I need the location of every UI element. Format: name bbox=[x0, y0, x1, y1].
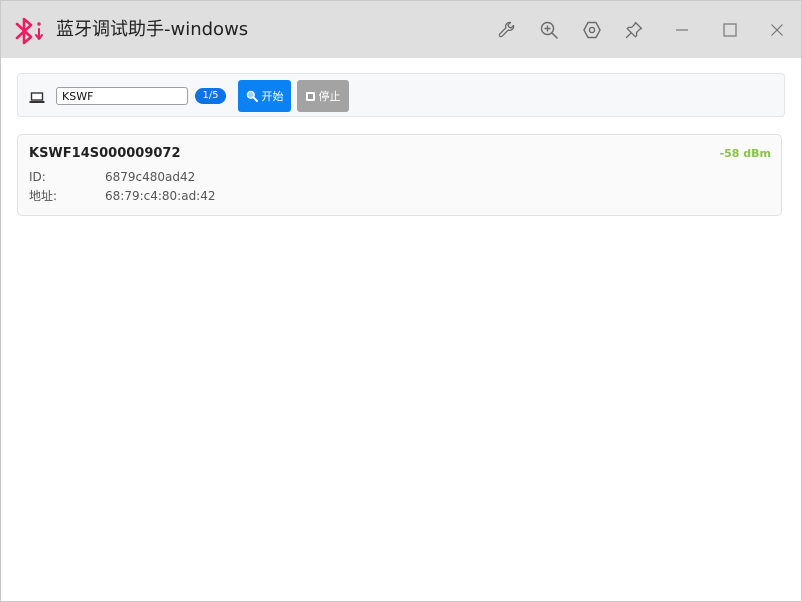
pin-button[interactable] bbox=[620, 16, 648, 44]
hexagon-settings-icon bbox=[583, 21, 601, 39]
wrench-icon bbox=[498, 21, 515, 38]
close-button[interactable] bbox=[763, 16, 791, 44]
minimize-icon bbox=[676, 29, 688, 31]
device-address-value: 68:79:c4:80:ad:42 bbox=[105, 189, 216, 203]
app-window: 蓝牙调试助手-windows KSWF 1/5 开始 停止 KSWF14S000… bbox=[0, 0, 802, 602]
minimize-button[interactable] bbox=[668, 16, 696, 44]
zoom-in-button[interactable] bbox=[535, 16, 563, 44]
window-title: 蓝牙调试助手-windows bbox=[56, 19, 249, 40]
name-filter-input[interactable] bbox=[56, 87, 188, 105]
device-id-value: 6879c480ad42 bbox=[105, 170, 196, 184]
start-scan-button[interactable]: 开始 bbox=[238, 80, 291, 112]
maximize-button[interactable] bbox=[716, 16, 744, 44]
device-list-item[interactable]: KSWF14S000009072 -58 dBm ID: 6879c480ad4… bbox=[17, 134, 782, 216]
settings-button[interactable] bbox=[578, 16, 606, 44]
laptop-icon bbox=[29, 89, 45, 103]
stop-icon bbox=[305, 91, 315, 101]
device-count-badge: 1/5 bbox=[195, 88, 226, 104]
maximize-icon bbox=[723, 23, 737, 37]
device-rssi: -58 dBm bbox=[719, 147, 771, 160]
device-address-label: 地址: bbox=[29, 189, 58, 203]
device-name: KSWF14S000009072 bbox=[29, 146, 181, 161]
scan-toolbar: 1/5 开始 停止 bbox=[17, 73, 785, 117]
title-bar[interactable]: 蓝牙调试助手-windows bbox=[1, 1, 801, 58]
close-icon bbox=[771, 24, 783, 36]
stop-scan-button[interactable]: 停止 bbox=[297, 80, 349, 112]
device-id-label: ID: bbox=[29, 170, 46, 184]
stop-scan-label: 停止 bbox=[318, 90, 341, 103]
start-scan-label: 开始 bbox=[261, 90, 284, 103]
search-icon bbox=[246, 90, 258, 102]
bluetooth-logo-icon bbox=[14, 17, 44, 45]
pin-icon bbox=[625, 21, 643, 39]
zoom-in-icon bbox=[540, 21, 558, 39]
wrench-button[interactable] bbox=[493, 16, 521, 44]
